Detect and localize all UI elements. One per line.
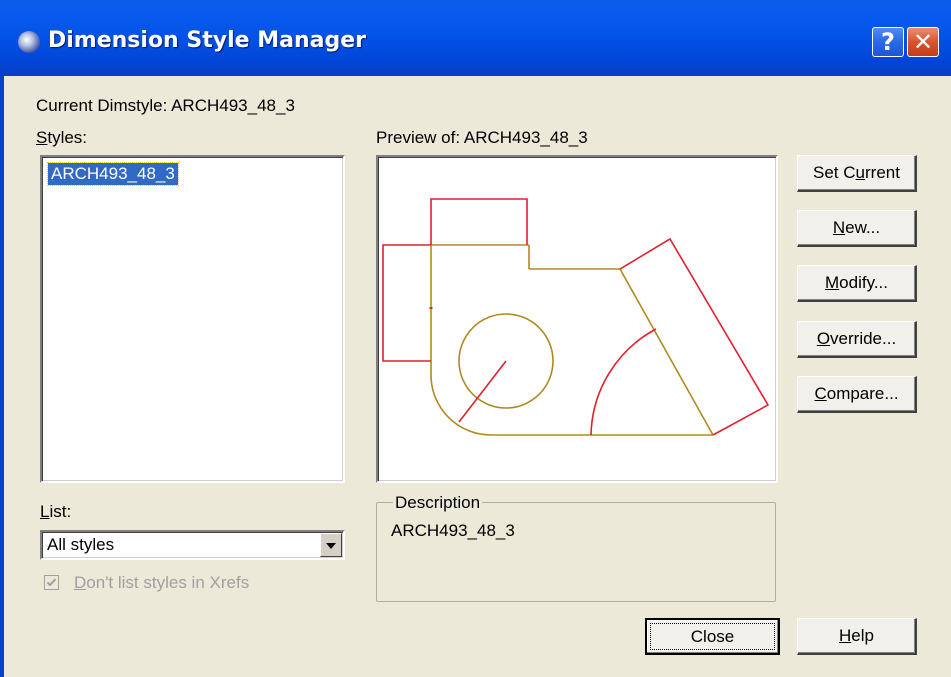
list-filter-dropdown[interactable]: All styles [40, 530, 345, 560]
modify-text: odify... [839, 273, 888, 292]
current-dimstyle-label: Current Dimstyle: ARCH493_48_3 [36, 96, 295, 115]
override-mnemonic: O [816, 329, 831, 348]
preview-pane [376, 155, 778, 483]
focus-rect [650, 623, 775, 650]
modify-button[interactable]: Modify... [797, 265, 917, 302]
set-current-button[interactable]: Set Current [797, 155, 917, 192]
help-button[interactable]: Help [797, 618, 917, 655]
set-current-mnemonic: u [855, 163, 866, 182]
styles-list-item-selected[interactable]: ARCH493_48_3 [47, 162, 179, 186]
description-title: Description [393, 493, 483, 513]
title-bar[interactable]: Dimension Style Manager ? ✕ [0, 0, 951, 76]
compare-text: ompare... [826, 384, 899, 403]
new-text: ew... [845, 218, 881, 237]
xrefs-label-rest: on't list styles in Xrefs [86, 573, 250, 592]
styles-label-mnemonic: S [36, 128, 48, 147]
dimension-preview-drawing [382, 198, 770, 436]
window-title: Dimension Style Manager [48, 28, 366, 53]
title-help-button[interactable]: ? [872, 27, 904, 57]
styles-listbox[interactable]: ARCH493_48_3 [40, 155, 345, 483]
chevron-down-icon[interactable] [320, 533, 342, 557]
xrefs-label-mnemonic: D [74, 573, 87, 592]
set-current-text-b: rrent [865, 163, 900, 182]
help-mnemonic: H [839, 626, 852, 645]
new-mnemonic: N [832, 218, 846, 237]
override-button[interactable]: Override... [797, 321, 917, 358]
checkmark-icon [46, 578, 57, 587]
xrefs-checkbox[interactable] [44, 575, 59, 590]
help-icon: ? [881, 28, 895, 56]
styles-label-rest: tyles: [47, 128, 88, 147]
close-icon: ✕ [912, 28, 934, 56]
list-label: List: [40, 502, 71, 522]
dimension-style-manager-window: Dimension Style Manager ? ✕ Current Dims… [0, 0, 951, 677]
preview-geometry [430, 244, 714, 436]
help-text: elp [851, 626, 874, 645]
list-filter-value: All styles [47, 535, 115, 554]
modify-mnemonic: M [825, 273, 840, 292]
preview-dimension-lines [382, 198, 770, 436]
description-group: Description ARCH493_48_3 [376, 493, 776, 602]
styles-label: Styles: [36, 128, 87, 148]
new-button[interactable]: New... [797, 210, 917, 247]
set-current-text-a: Set C [813, 163, 856, 182]
compare-mnemonic: C [814, 384, 827, 403]
description-value: ARCH493_48_3 [391, 521, 515, 540]
xrefs-checkbox-label: Don't list styles in Xrefs [74, 573, 249, 593]
close-button[interactable]: Close [645, 618, 780, 655]
app-globe-icon [18, 31, 40, 53]
list-label-rest: ist: [49, 502, 72, 521]
override-text: verride... [830, 329, 897, 348]
preview-label: Preview of: ARCH493_48_3 [376, 128, 588, 147]
title-close-button[interactable]: ✕ [907, 27, 939, 57]
compare-button[interactable]: Compare... [797, 376, 917, 413]
